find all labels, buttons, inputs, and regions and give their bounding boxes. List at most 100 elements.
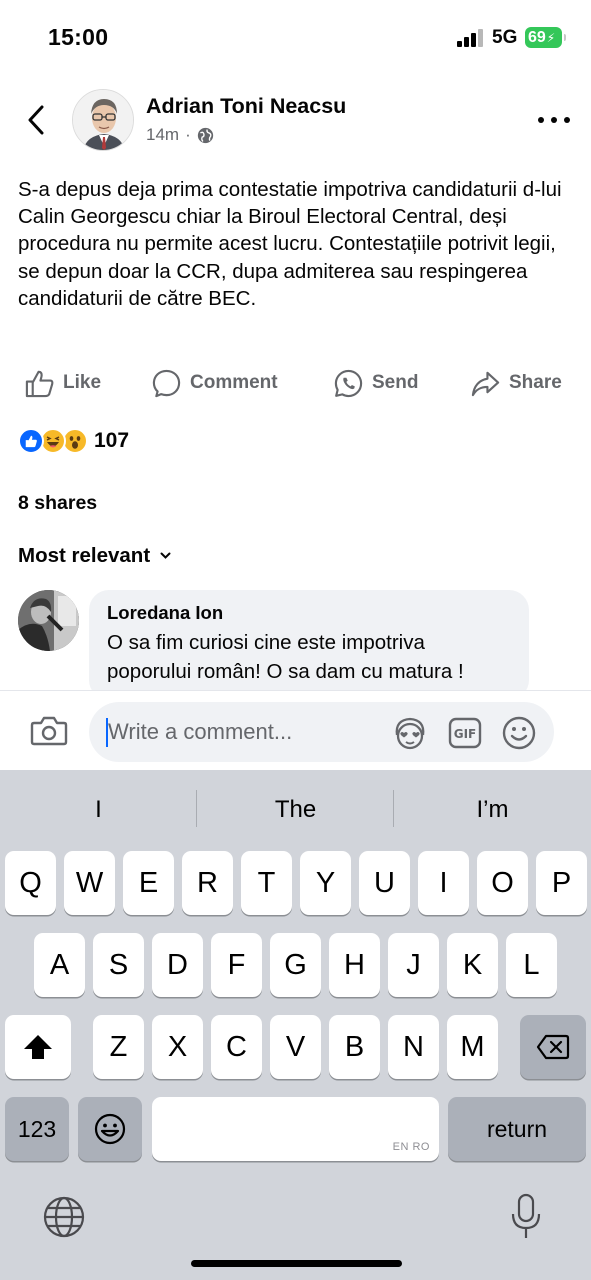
key-u[interactable]: U	[359, 851, 410, 915]
key-y[interactable]: Y	[300, 851, 351, 915]
key-g[interactable]: G	[270, 933, 321, 997]
suggestion-2[interactable]: The	[197, 770, 394, 850]
reactions-summary[interactable]: 107	[18, 428, 129, 454]
key-m[interactable]: M	[447, 1015, 498, 1079]
return-key[interactable]: return	[448, 1097, 586, 1161]
key-i[interactable]: I	[418, 851, 469, 915]
key-c[interactable]: C	[211, 1015, 262, 1079]
more-dot-icon	[564, 117, 570, 123]
post-body-text: S-a depus deja prima contestatie impotri…	[18, 178, 562, 310]
key-b[interactable]: B	[329, 1015, 380, 1079]
comment-composer: Write a comment... GIF	[0, 690, 591, 770]
key-s[interactable]: S	[93, 933, 144, 997]
comment-placeholder: Write a comment...	[108, 719, 293, 744]
battery-level: 69	[528, 28, 546, 46]
camera-icon	[30, 716, 68, 746]
suggestion-3[interactable]: I’m	[394, 770, 591, 850]
gif-button[interactable]: GIF	[446, 714, 484, 752]
key-w[interactable]: W	[64, 851, 115, 915]
key-a[interactable]: A	[34, 933, 85, 997]
comment-button[interactable]: Comment	[151, 362, 278, 404]
microphone-icon	[511, 1193, 541, 1238]
like-button[interactable]: Like	[24, 362, 101, 404]
key-z[interactable]: Z	[93, 1015, 144, 1079]
send-label: Send	[372, 372, 419, 393]
globe-keyboard-switch-button[interactable]	[42, 1195, 86, 1239]
key-x[interactable]: X	[152, 1015, 203, 1079]
key-v[interactable]: V	[270, 1015, 321, 1079]
author-portrait-illustration	[73, 90, 133, 150]
reaction-count: 107	[94, 429, 130, 452]
suggestion-1[interactable]: I	[0, 770, 197, 850]
key-t[interactable]: T	[241, 851, 292, 915]
dictation-button[interactable]	[509, 1192, 543, 1242]
like-label: Like	[63, 372, 102, 393]
comment-text: O sa fim curiosi cine este impotriva pop…	[107, 631, 464, 683]
shift-key[interactable]	[5, 1015, 71, 1079]
space-key[interactable]: EN RO	[152, 1097, 439, 1161]
smiley-icon	[502, 716, 536, 750]
key-q[interactable]: Q	[5, 851, 56, 915]
chevron-down-icon	[160, 552, 171, 559]
thumbs-up-icon	[25, 370, 54, 397]
emoji-face-icon	[94, 1113, 126, 1145]
comment-label: Comment	[190, 372, 278, 393]
avatar-sticker-icon	[395, 717, 425, 750]
status-time: 15:00	[48, 24, 109, 50]
commenter-photo	[18, 590, 79, 651]
numbers-key[interactable]: 123	[5, 1097, 69, 1161]
back-button[interactable]	[20, 100, 52, 140]
comment-sort-dropdown[interactable]: Most relevant	[18, 544, 171, 568]
home-indicator[interactable]	[191, 1260, 402, 1267]
shares-count[interactable]: 8 shares	[18, 492, 97, 515]
key-f[interactable]: F	[211, 933, 262, 997]
comment-input[interactable]: Write a comment... GIF	[89, 702, 554, 762]
meta-separator: ·	[185, 125, 191, 144]
camera-button[interactable]	[30, 715, 68, 747]
share-label: Share	[509, 372, 562, 393]
key-h[interactable]: H	[329, 933, 380, 997]
comment-bubble[interactable]: Loredana Ion O sa fim curiosi cine este …	[89, 590, 529, 700]
key-r[interactable]: R	[182, 851, 233, 915]
key-d[interactable]: D	[152, 933, 203, 997]
commenter-avatar[interactable]	[18, 590, 79, 651]
comment-bubble-icon	[152, 369, 181, 397]
share-arrow-icon	[471, 371, 500, 396]
delete-key[interactable]	[520, 1015, 586, 1079]
share-button[interactable]: Share	[470, 362, 562, 404]
battery-icon: 69 ⚡	[525, 27, 566, 48]
key-e[interactable]: E	[123, 851, 174, 915]
key-l[interactable]: L	[506, 933, 557, 997]
more-options-button[interactable]	[538, 108, 570, 132]
key-o[interactable]: O	[477, 851, 528, 915]
network-label: 5G	[492, 27, 518, 48]
key-n[interactable]: N	[388, 1015, 439, 1079]
status-bar: 15:00 5G 69 ⚡	[0, 0, 591, 76]
backspace-icon	[536, 1034, 570, 1060]
whatsapp-icon	[334, 369, 363, 397]
emoji-keyboard-key[interactable]	[78, 1097, 142, 1161]
more-dot-icon	[551, 117, 557, 123]
post-actions: Like Comment Send Share	[0, 362, 591, 404]
keyboard: I The I’m Q W E R T Y U I O P A S D F G …	[0, 770, 591, 1280]
chevron-left-icon	[28, 105, 44, 135]
post-time: 14m	[146, 125, 180, 144]
svg-text:GIF: GIF	[454, 727, 477, 741]
emoji-button[interactable]	[500, 714, 538, 752]
charging-bolt-icon: ⚡	[546, 30, 556, 45]
signal-strength-icon	[457, 29, 485, 47]
like-reaction-icon	[18, 428, 44, 454]
post-meta: 14m ·	[146, 125, 214, 145]
key-j[interactable]: J	[388, 933, 439, 997]
commenter-name[interactable]: Loredana Ion	[107, 602, 511, 624]
avatar-sticker-button[interactable]	[391, 714, 429, 752]
send-button[interactable]: Send	[333, 362, 418, 404]
sort-label: Most relevant	[18, 544, 151, 567]
shift-arrow-icon	[24, 1035, 52, 1059]
author-name[interactable]: Adrian Toni Neacsu	[146, 94, 346, 119]
key-p[interactable]: P	[536, 851, 587, 915]
key-k[interactable]: K	[447, 933, 498, 997]
author-avatar[interactable]	[72, 89, 134, 151]
globe-icon	[197, 127, 213, 143]
gif-icon: GIF	[448, 717, 482, 749]
